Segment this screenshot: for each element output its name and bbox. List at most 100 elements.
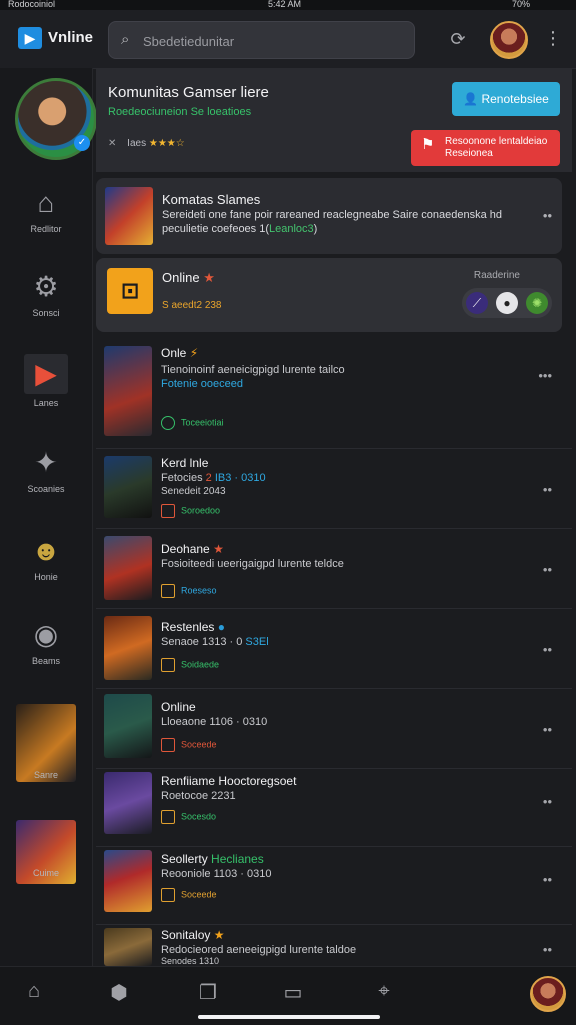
refresh-icon[interactable]: ⟳ [446,28,470,52]
tag-icon [161,738,175,752]
tag-icon [161,584,175,598]
sidebar-item-label: Redlitor [30,224,62,234]
chat-icon: ✦ [34,447,58,478]
more-icon[interactable]: ••• [538,368,552,383]
item-status: Fotenie ooeceed [161,378,243,390]
item-tag: Toceeiotiai [161,416,224,430]
list-item[interactable]: Seollerty Heclianes Reooniole 1103 · 031… [96,846,572,925]
featured-desc-line: Sereideti one fane poir rareaned reacleg… [162,209,503,221]
list-item[interactable]: Renfiiame Hooctoregsoet Roetocoe 2231 So… [96,768,572,847]
app-brand[interactable]: Vnline [48,29,93,46]
user-avatar[interactable] [530,976,566,1012]
sidebar-item-controller[interactable]: ☻ Honie [0,534,92,582]
more-icon[interactable]: •• [543,642,552,657]
user-avatar[interactable] [490,21,528,59]
join-button[interactable]: 👤 Renotebsiee [452,82,560,116]
more-icon[interactable]: •• [543,562,552,577]
item-tag: Roeseso [161,584,217,598]
tag-icon [161,504,175,518]
online-card[interactable]: ⊡ Online ★ S aeedt2 238 Raaderine ⟋ ● ✺ [96,258,562,332]
game-thumbnail [104,536,152,600]
item-tag: Soidaede [161,658,219,672]
eye-icon[interactable]: ● [496,292,518,314]
verified-icon: ✓ [74,135,90,151]
search-box[interactable]: ⌕ [108,21,415,59]
tools-icon: ✕ [108,138,117,149]
sidebar-item-chat[interactable]: ✦ Scoanies [0,446,92,494]
report-button[interactable]: ⚑ Resoonone lentaldeiao Reseionea [411,130,560,166]
kebab-menu-icon[interactable]: ⋮ [544,28,562,50]
search-icon: ⌕ [121,31,130,48]
item-title: Seollerty Heclianes [161,852,264,866]
sidebar-item-messages[interactable]: ◉ Beams [0,618,92,666]
featured-card[interactable]: Komatas Slames Sereideti one fane poir r… [96,178,562,254]
home-icon[interactable]: ⌂ [22,980,46,1003]
list-item[interactable]: Online Lloeaone 1106 · 0310 Soceede •• [96,688,572,769]
tag-icon [161,658,175,672]
item-tag-text: Roeseso [181,585,217,596]
play-icon: ▶ [24,354,68,394]
item-description: Roetocoe 2231 [161,790,236,802]
page-subtitle: Roedeociuneion Se loeatioes [108,106,252,118]
sidebar-game-2[interactable]: Cuime [0,820,92,884]
sidebar: ✓ ⌂ Redlitor ⚙ Sonsci ▶ Lanes ✦ Scoanies… [0,68,97,966]
item-title-text: Onle [161,346,187,360]
pin-icon[interactable]: ⌖ [372,980,396,1003]
sidebar-item-home[interactable]: ⌂ Redlitor [0,186,92,234]
list-item[interactable]: Deohane ★ Fosioiteedi ueerigaigpd lurent… [96,528,572,609]
monitor-icon[interactable]: ▭ [281,980,305,1005]
sidebar-item-label: Beams [31,656,60,666]
more-icon[interactable]: •• [543,794,552,809]
rating-stars: ★★★☆ [148,138,185,149]
item-desc-text: Fetocies [161,472,203,484]
game-thumbnail [105,187,153,245]
list-item[interactable]: Restenles ● Senaoe 1313 · 0 S3El Soidaed… [96,608,572,689]
featured-highlight[interactable]: Leanloc3 [269,223,314,235]
page-title: Komunitas Gamser liere [108,84,269,101]
item-tag-text: Soroedoo [181,505,221,516]
online-label: Raaderine [473,270,520,281]
join-button-label: Renotebsiee [481,92,549,106]
sidebar-game-1[interactable]: Sanre [0,704,92,782]
item-title: Onle ⚡ [161,346,198,360]
item-desc-code: S3El [245,636,269,648]
dragon-icon[interactable]: ✺ [526,292,548,314]
sidebar-item-label: Cuime [32,868,59,878]
more-icon[interactable]: •• [543,722,552,737]
item-title: Deohane ★ [161,542,224,556]
cards-icon[interactable]: ❐ [196,980,220,1005]
star-icon: ★ [213,928,225,942]
home-icon: ⌂ [37,187,55,218]
community-header: Komunitas Gamser liere Roedeociuneion Se… [96,68,572,172]
item-title-text: Restenles [161,620,215,634]
more-icon[interactable]: •• [543,482,552,497]
chat-bubble-icon: ◉ [33,619,59,650]
sword-icon[interactable]: ⟋ [466,292,488,314]
item-title: Online [161,700,196,714]
list-item[interactable]: Onle ⚡ Tienoinoinf aeneicigpigd lurente … [96,338,572,449]
item-description: Fosioiteedi ueerigaigpd lurente teldce [161,558,344,570]
game-thumbnail [104,346,152,436]
item-tag-text: Toceeiotiai [181,417,224,428]
item-title-text: Seollerty [161,852,208,866]
item-description: Reooniole 1103 · 0310 [161,868,272,880]
more-icon[interactable]: •• [543,872,552,887]
sidebar-item-settings[interactable]: ⚙ Sonsci [0,270,92,318]
tag-icon [161,810,175,824]
sidebar-item-label: Lanes [33,398,59,408]
more-icon[interactable]: •• [543,208,552,223]
play-logo-icon[interactable]: ▶ [18,27,42,49]
sidebar-item-games[interactable]: ▶ Lanes [0,354,92,408]
user-icon: 👤 [463,92,479,106]
more-icon[interactable]: •• [543,942,552,957]
item-title: Sonitaloy ★ [161,928,224,942]
search-input[interactable] [141,30,405,52]
star-icon: ★ [203,270,215,285]
shield-icon[interactable]: ⬢ [107,980,131,1005]
sidebar-item-label: Sonsci [32,308,60,318]
home-indicator [198,1015,380,1019]
flag-icon: ⚑ [421,136,435,153]
profile-avatar[interactable]: ✓ [15,78,97,160]
list-item[interactable]: Sonitaloy ★ Redocieored aeneeigpigd lure… [96,924,572,966]
list-item[interactable]: Kerd lnle Fetocies 2 IB3 · 0310 Senedeit… [96,448,572,529]
